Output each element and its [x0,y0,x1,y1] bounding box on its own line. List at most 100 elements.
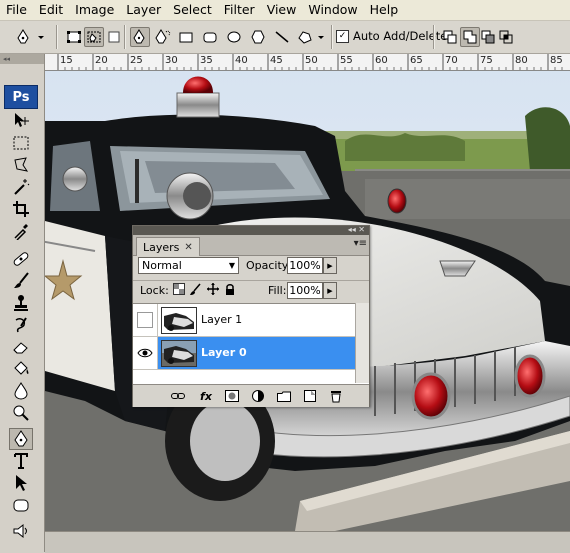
shape-tool[interactable] [9,494,33,516]
eraser-tool[interactable] [9,336,33,358]
delete-layer-icon[interactable] [329,389,343,403]
pen-button[interactable] [130,27,150,47]
panel-window-controls[interactable]: ◂◂ ✕ [348,225,365,234]
layer-row-layer-0[interactable]: Layer 0 [133,337,355,370]
type-tool[interactable] [9,450,33,472]
fill-pixels-button[interactable] [104,27,124,47]
layer-name[interactable]: Layer 0 [201,346,247,359]
horizontal-ruler: 15 20 25 30 35 40 45 50 55 60 65 70 75 8… [45,54,570,71]
blend-mode-select[interactable]: Normal ▼ [138,257,239,274]
menu-window[interactable]: Window [302,0,363,20]
crop-tool[interactable] [9,198,33,220]
add-to-shape-area-button[interactable] [460,27,480,47]
polygon-button[interactable] [248,27,268,47]
move-tool[interactable] [9,109,33,131]
custom-shape-icon [298,31,324,44]
paint-bucket-icon [14,361,29,375]
brush-tool[interactable] [9,270,33,292]
fill-slider-button[interactable]: ▶ [323,282,337,299]
layer-list: Layer 1 Layer 0 [133,303,369,384]
eyedropper-tool[interactable] [9,220,33,242]
lock-position-icon[interactable] [207,283,219,295]
tool-preset-picker[interactable] [14,27,48,47]
rectangle-button[interactable] [176,27,196,47]
menu-help[interactable]: Help [364,0,405,20]
menu-bar: File Edit Image Layer Select Filter View… [0,0,570,21]
menu-view[interactable]: View [261,0,303,20]
menu-file[interactable]: File [0,0,33,20]
clone-stamp-icon [14,295,28,311]
lock-image-pixels-icon[interactable] [190,283,202,295]
visibility-toggle[interactable] [133,304,158,336]
paint-bucket-tool[interactable] [9,358,33,380]
panel-menu-icon[interactable]: ▾≡ [354,238,367,249]
new-layer-icon[interactable] [303,389,317,403]
freeform-pen-button[interactable] [154,27,174,47]
fill-pixels-icon [108,31,120,43]
new-group-icon[interactable] [277,389,291,403]
shape-layers-button[interactable] [64,27,84,47]
create-new-shape-area-button[interactable] [440,27,460,47]
lock-transparent-pixels-icon[interactable] [173,283,185,295]
ruler-ticks [57,54,563,70]
layer-style-icon[interactable]: fx [199,389,213,403]
add-shape-icon [463,30,477,44]
pen-icon [133,29,145,44]
menu-select[interactable]: Select [167,0,218,20]
shape-tool-icon [13,499,29,512]
intersect-shape-area-button[interactable] [496,27,516,47]
opacity-field[interactable]: 100% [287,257,323,274]
path-selection-icon [16,475,27,491]
magic-wand-tool[interactable] [9,176,33,198]
line-icon [275,31,289,43]
paths-icon [87,31,101,43]
pen-tool-icon [14,430,28,447]
pen-tool[interactable] [9,428,33,450]
blur-tool[interactable] [9,380,33,402]
adjustment-layer-icon[interactable] [251,389,265,403]
custom-shape-button[interactable] [294,27,328,47]
layer-name[interactable]: Layer 1 [201,313,242,326]
path-selection-tool[interactable] [9,472,33,494]
toolbox-grip[interactable]: ◂◂ [0,54,44,64]
eyedropper-icon [14,224,28,240]
layer-list-scrollbar[interactable] [355,303,369,383]
menu-edit[interactable]: Edit [33,0,69,20]
layer-mask-icon[interactable] [225,389,239,403]
lasso-tool[interactable] [9,154,33,176]
visibility-toggle[interactable] [133,337,158,369]
marquee-tool-icon [13,136,29,150]
menu-filter[interactable]: Filter [218,0,261,20]
options-bar: ✓ Auto Add/Delete [0,21,570,54]
layer-row-layer-1[interactable]: Layer 1 [133,304,355,337]
notes-tool[interactable] [9,520,33,542]
marquee-tool[interactable] [9,132,33,154]
line-button[interactable] [272,27,292,47]
menu-image[interactable]: Image [69,0,120,20]
paths-button[interactable] [84,27,104,47]
lock-all-icon[interactable] [224,283,236,295]
close-icon[interactable]: ✕ [184,242,192,253]
dodge-tool[interactable] [9,402,33,424]
auto-add-delete-checkbox[interactable]: ✓ Auto Add/Delete [336,29,447,43]
subtract-shape-area-button[interactable] [478,27,498,47]
layer-thumbnail [161,340,197,367]
eye-icon [137,348,153,358]
rounded-rectangle-button[interactable] [200,27,220,47]
rectangle-icon [179,32,193,43]
rounded-rectangle-icon [203,32,217,43]
tab-layers-label: Layers [143,240,180,254]
clone-stamp-tool[interactable] [9,292,33,314]
fill-field[interactable]: 100% [287,282,323,299]
panel-titlebar[interactable]: ◂◂ ✕ [133,225,369,235]
shape-layers-icon [67,31,81,43]
menu-layer[interactable]: Layer [120,0,167,20]
layers-panel[interactable]: ◂◂ ✕ Layers ✕ ▾≡ Normal ▼ Opacity: 100% … [132,225,370,407]
opacity-slider-button[interactable]: ▶ [323,257,337,274]
link-layers-icon[interactable] [171,389,185,403]
ellipse-button[interactable] [224,27,244,47]
notes-tool-icon [13,523,27,539]
tab-layers[interactable]: Layers ✕ [136,237,200,256]
healing-brush-tool[interactable] [9,248,33,270]
history-brush-tool[interactable] [9,314,33,336]
